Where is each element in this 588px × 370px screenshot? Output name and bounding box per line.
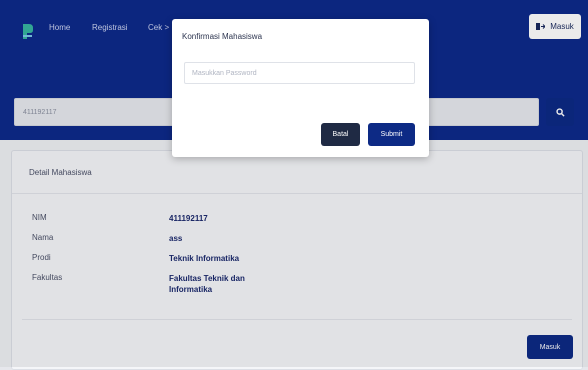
field-value-fakultas: Fakultas Teknik dan Informatika xyxy=(169,274,245,294)
field-value-prodi: Teknik Informatika xyxy=(169,254,240,263)
field-label-nama: Nama xyxy=(32,233,54,242)
login-button-top-label: Masuk xyxy=(550,22,574,31)
submit-button[interactable]: Submit xyxy=(368,123,415,146)
card-title: Detail Mahasiswa xyxy=(12,151,582,194)
login-button-top[interactable]: Masuk xyxy=(529,14,581,39)
field-value-nama: ass xyxy=(169,234,183,243)
field-value-nim: 411192117 xyxy=(169,214,208,223)
modal-title: Konfirmasi Mahasiswa xyxy=(182,32,263,41)
field-label-nim: NIM xyxy=(32,213,47,222)
card-divider xyxy=(22,319,572,320)
page: Home Registrasi Cek > Masuk 411192117 De… xyxy=(0,0,588,370)
nav-link-registrasi[interactable]: Registrasi xyxy=(92,23,128,32)
cancel-button[interactable]: Batal xyxy=(321,123,360,146)
student-detail-card: Detail Mahasiswa NIM 411192117 Nama ass … xyxy=(11,150,583,370)
nav-link-home[interactable]: Home xyxy=(49,23,70,32)
logo-icon xyxy=(23,24,33,39)
nav-link-cek[interactable]: Cek > xyxy=(148,23,169,32)
field-label-fakultas: Fakultas xyxy=(32,273,63,282)
login-icon xyxy=(536,23,546,30)
field-label-prodi: Prodi xyxy=(32,253,51,262)
search-icon xyxy=(555,107,565,117)
search-button[interactable] xyxy=(546,98,574,126)
login-button-bottom[interactable]: Masuk xyxy=(527,335,573,359)
confirm-student-modal: Konfirmasi Mahasiswa Masukkan Password B… xyxy=(172,19,429,157)
password-input[interactable]: Masukkan Password xyxy=(184,62,415,84)
